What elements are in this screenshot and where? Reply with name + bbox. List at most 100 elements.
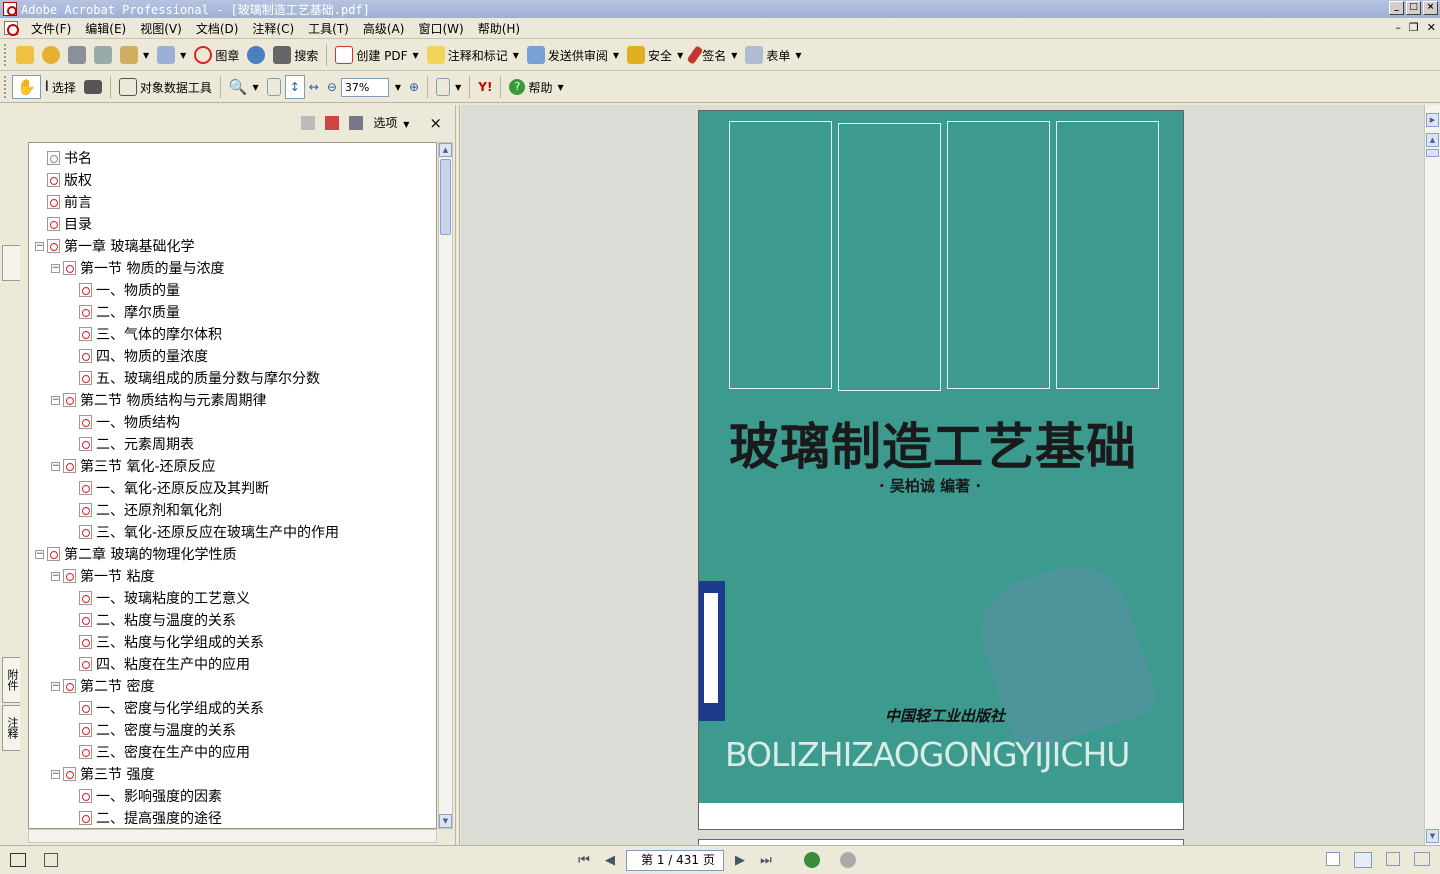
minimize-button[interactable]: _ — [1389, 1, 1404, 15]
web-button[interactable] — [243, 43, 269, 67]
bookmark-item[interactable]: − 第二章 玻璃的物理化学性质 — [35, 543, 236, 565]
page-layout-toggle-icon[interactable] — [44, 853, 58, 867]
bookmark-item[interactable]: 三、粘度与化学组成的关系 — [67, 631, 264, 653]
menu-view[interactable]: 视图(V) — [133, 20, 189, 37]
menu-comments[interactable]: 注释(C) — [245, 20, 301, 37]
bookmark-vertical-scrollbar[interactable]: ▲ ▼ — [438, 142, 453, 829]
bookmark-item[interactable]: 前言 — [35, 191, 92, 213]
comment-markup-button[interactable]: 注释和标记 ▼ — [423, 43, 523, 67]
tree-expander[interactable]: − — [35, 549, 44, 559]
tree-expander[interactable]: − — [51, 395, 60, 405]
navigation-pane-toggle-icon[interactable] — [10, 853, 26, 867]
search-button[interactable]: 搜索 — [269, 43, 322, 67]
print-button[interactable] — [90, 43, 116, 67]
bookmark-item[interactable]: 二、粘度与温度的关系 — [67, 609, 236, 631]
help-button[interactable]: ? 帮助 ▼ — [505, 75, 567, 99]
send-review-button[interactable]: 发送供审阅 ▼ — [523, 43, 623, 67]
scroll-up-arrow[interactable]: ▲ — [1426, 133, 1439, 147]
doc-restore-button[interactable]: ❐ — [1409, 21, 1419, 34]
first-page-button[interactable]: ⏮ — [574, 850, 594, 870]
save-button[interactable] — [64, 43, 90, 67]
bookmark-item[interactable]: 目录 — [35, 213, 92, 235]
scroll-down-arrow[interactable]: ▼ — [1426, 829, 1439, 843]
bookmark-item[interactable]: 二、元素周期表 — [67, 433, 194, 455]
bookmark-item[interactable]: 一、物质结构 — [67, 411, 180, 433]
attach-button[interactable]: ▼ — [153, 43, 190, 67]
bookmark-item[interactable]: 一、物质的量 — [67, 279, 180, 301]
create-pdf-button[interactable]: 创建 PDF ▼ — [331, 43, 422, 67]
page-number-input[interactable]: 第 1 / 431 页 — [626, 849, 724, 871]
bookmark-item[interactable]: 四、物质的量浓度 — [67, 345, 208, 367]
sign-button[interactable]: 签名 ▼ — [686, 43, 741, 67]
bookmark-horizontal-scrollbar[interactable] — [28, 829, 437, 843]
continuous-facing-layout-icon[interactable] — [1414, 852, 1430, 866]
bookmark-item[interactable]: 一、密度与化学组成的关系 — [67, 697, 264, 719]
forms-button[interactable]: 表单 ▼ — [741, 43, 805, 67]
single-page-layout-icon[interactable] — [1326, 852, 1340, 866]
maximize-button[interactable]: □ — [1406, 1, 1421, 15]
yahoo-button[interactable]: Y! — [474, 75, 496, 99]
scroll-down-arrow[interactable]: ▼ — [439, 814, 452, 828]
bookmark-item[interactable]: 二、还原剂和氧化剂 — [67, 499, 222, 521]
bookmark-item[interactable]: 一、影响强度的因素 — [67, 785, 222, 807]
continuous-layout-icon[interactable] — [1354, 852, 1372, 868]
bookmark-item[interactable]: − 第二节 物质结构与元素周期律 — [51, 389, 266, 411]
zoom-out-button[interactable]: ⊖ — [323, 75, 341, 99]
bookmark-item[interactable]: − 第一节 物质的量与浓度 — [51, 257, 224, 279]
options-menu[interactable]: 选项 ▼ — [373, 114, 409, 131]
actual-size-button[interactable] — [263, 75, 285, 99]
stamp-button[interactable]: 图章 — [190, 43, 243, 67]
expand-right-arrow[interactable]: ▶ — [1426, 113, 1439, 127]
email-button[interactable]: ▼ — [116, 43, 153, 67]
bookmark-item[interactable]: 四、粘度在生产中的应用 — [67, 653, 250, 675]
menu-tools[interactable]: 工具(T) — [301, 20, 356, 37]
zoom-in-button[interactable]: ⊕ — [405, 75, 423, 99]
tab-attachments[interactable]: 附件 — [2, 657, 20, 703]
tree-expander[interactable]: − — [51, 681, 60, 691]
fit-width-button[interactable]: ↔ — [305, 75, 323, 99]
security-button[interactable]: 安全 ▼ — [623, 43, 687, 67]
select-tool-button[interactable]: Ⅰ 选择 — [41, 75, 80, 99]
snapshot-button[interactable] — [80, 75, 106, 99]
menu-document[interactable]: 文档(D) — [189, 20, 246, 37]
bookmark-item[interactable]: 一、氧化-还原反应及其判断 — [67, 477, 269, 499]
open-button[interactable] — [12, 43, 38, 67]
last-page-button[interactable]: ⏭ — [756, 850, 776, 870]
panel-splitter[interactable] — [455, 105, 460, 845]
scroll-thumb[interactable] — [440, 159, 451, 235]
bookmark-item[interactable]: 书名 — [35, 147, 92, 169]
previous-page-button[interactable]: ◀ — [600, 850, 620, 870]
document-view[interactable]: 玻璃制造工艺基础 · 吴柏诚 编著 · 中国轻工业出版社 BOLIZHIZAOG… — [461, 105, 1424, 845]
bookmark-item[interactable]: − 第三节 强度 — [51, 763, 154, 785]
bookmarks-tab[interactable] — [2, 245, 20, 281]
expand-bookmark-icon[interactable] — [349, 115, 364, 130]
facing-layout-icon[interactable] — [1386, 852, 1400, 866]
bookmark-item[interactable]: 版权 — [35, 169, 92, 191]
document-icon[interactable] — [4, 21, 19, 36]
bookmark-item[interactable]: 三、氧化-还原反应在玻璃生产中的作用 — [67, 521, 339, 543]
next-page-button[interactable]: ▶ — [730, 850, 750, 870]
menu-window[interactable]: 窗口(W) — [411, 20, 470, 37]
previous-view-button[interactable] — [804, 852, 820, 868]
tree-expander[interactable]: − — [51, 263, 60, 273]
menu-edit[interactable]: 编辑(E) — [78, 20, 133, 37]
tree-expander[interactable]: − — [35, 241, 44, 251]
scroll-up-arrow[interactable]: ▲ — [439, 143, 452, 157]
scroll-thumb[interactable] — [1426, 149, 1439, 157]
document-vertical-scrollbar[interactable]: ▶ ▲ ▼ — [1424, 105, 1440, 845]
bookmark-item[interactable]: 五、玻璃组成的质量分数与摩尔分数 — [67, 367, 320, 389]
menu-advanced[interactable]: 高级(A) — [356, 20, 412, 37]
zoom-tool-button[interactable]: 🔍 ▼ — [225, 75, 263, 99]
close-window-button[interactable]: × — [1423, 1, 1438, 15]
zoom-dropdown[interactable]: ▼ — [389, 75, 405, 99]
next-view-button[interactable] — [840, 852, 856, 868]
bookmark-item[interactable]: 三、气体的摩尔体积 — [67, 323, 222, 345]
object-data-tool-button[interactable]: 对象数据工具 — [115, 75, 216, 99]
fit-page-button[interactable]: ↕ — [284, 75, 305, 99]
zoom-level-input[interactable]: 37% — [340, 77, 389, 97]
bookmark-item[interactable]: − 第三节 氧化-还原反应 — [51, 455, 216, 477]
organizer-button[interactable] — [38, 43, 64, 67]
doc-close-button[interactable]: ✕ — [1427, 21, 1436, 34]
bookmark-item[interactable]: 二、密度与温度的关系 — [67, 719, 236, 741]
menu-help[interactable]: 帮助(H) — [471, 20, 527, 37]
